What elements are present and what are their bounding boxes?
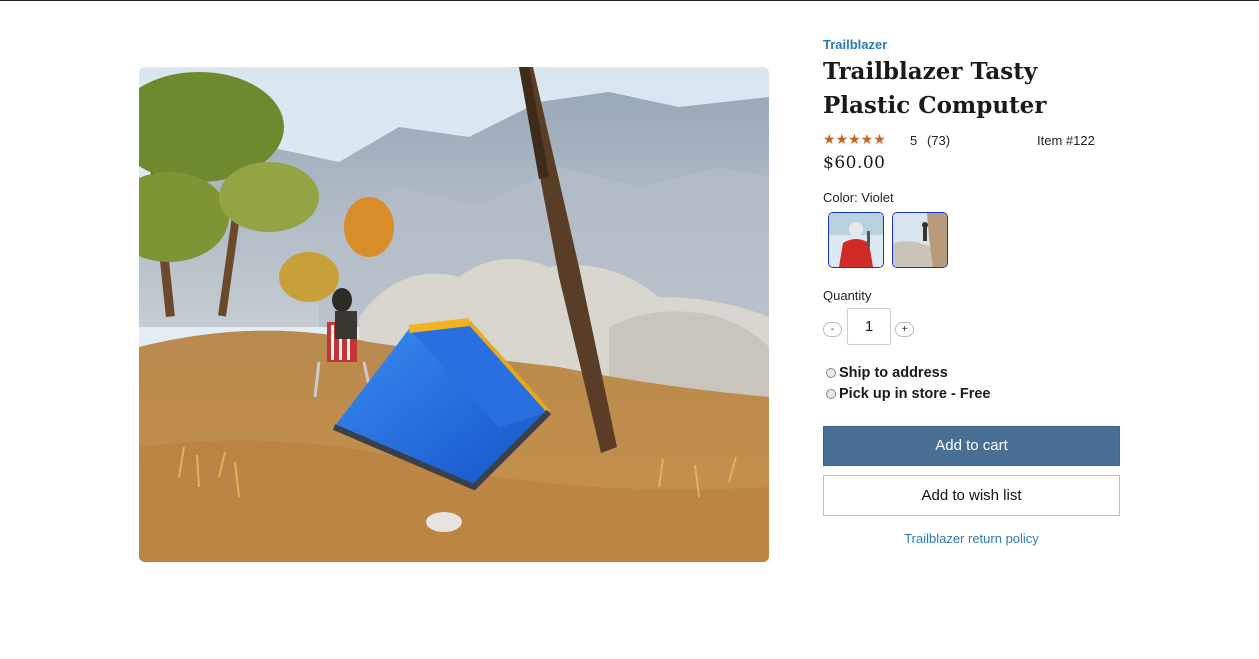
product-price: $60.00 xyxy=(823,153,886,173)
pickup-in-store-option[interactable]: Pick up in store - Free xyxy=(823,383,1123,404)
color-swatch-rock-climber[interactable] xyxy=(892,212,948,268)
rating-value: 5 xyxy=(910,133,918,148)
item-number: Item #122 xyxy=(1037,133,1095,148)
product-title: Trailblazer Tasty Plastic Computer xyxy=(823,58,1047,119)
quantity-increment-button[interactable]: + xyxy=(895,322,914,337)
quantity-decrement-button[interactable]: - xyxy=(823,322,842,337)
brand-link[interactable]: Trailblazer xyxy=(823,36,1123,53)
quantity-label: Quantity xyxy=(823,288,872,303)
ship-radio[interactable] xyxy=(826,367,836,378)
quantity-stepper: - + xyxy=(823,308,1123,348)
ship-label: Ship to address xyxy=(839,364,948,381)
ship-to-address-option[interactable]: Ship to address xyxy=(823,362,1123,383)
rating-row: ★★★★★ 5 (73) Item #122 xyxy=(823,131,1123,151)
product-info-panel: Trailblazer Trailblazer Tasty Plastic Co… xyxy=(823,36,1123,546)
fulfillment-options: Ship to address Pick up in store - Free xyxy=(823,362,1123,404)
add-to-cart-button[interactable]: Add to cart xyxy=(823,426,1120,466)
color-swatches xyxy=(828,212,1123,268)
star-rating-icon[interactable]: ★★★★★ xyxy=(823,131,886,148)
product-main-image[interactable] xyxy=(139,67,769,562)
pickup-radio[interactable] xyxy=(826,388,836,399)
top-divider xyxy=(0,0,1259,1)
color-swatch-climber-red-jacket[interactable] xyxy=(828,212,884,268)
review-count-link[interactable]: (73) xyxy=(927,133,950,148)
add-to-wish-list-button[interactable]: Add to wish list xyxy=(823,475,1120,516)
pickup-label: Pick up in store - Free xyxy=(839,385,991,402)
return-policy-link[interactable]: Trailblazer return policy xyxy=(823,531,1120,546)
color-label: Color: Violet xyxy=(823,190,894,205)
quantity-input[interactable] xyxy=(847,308,891,345)
